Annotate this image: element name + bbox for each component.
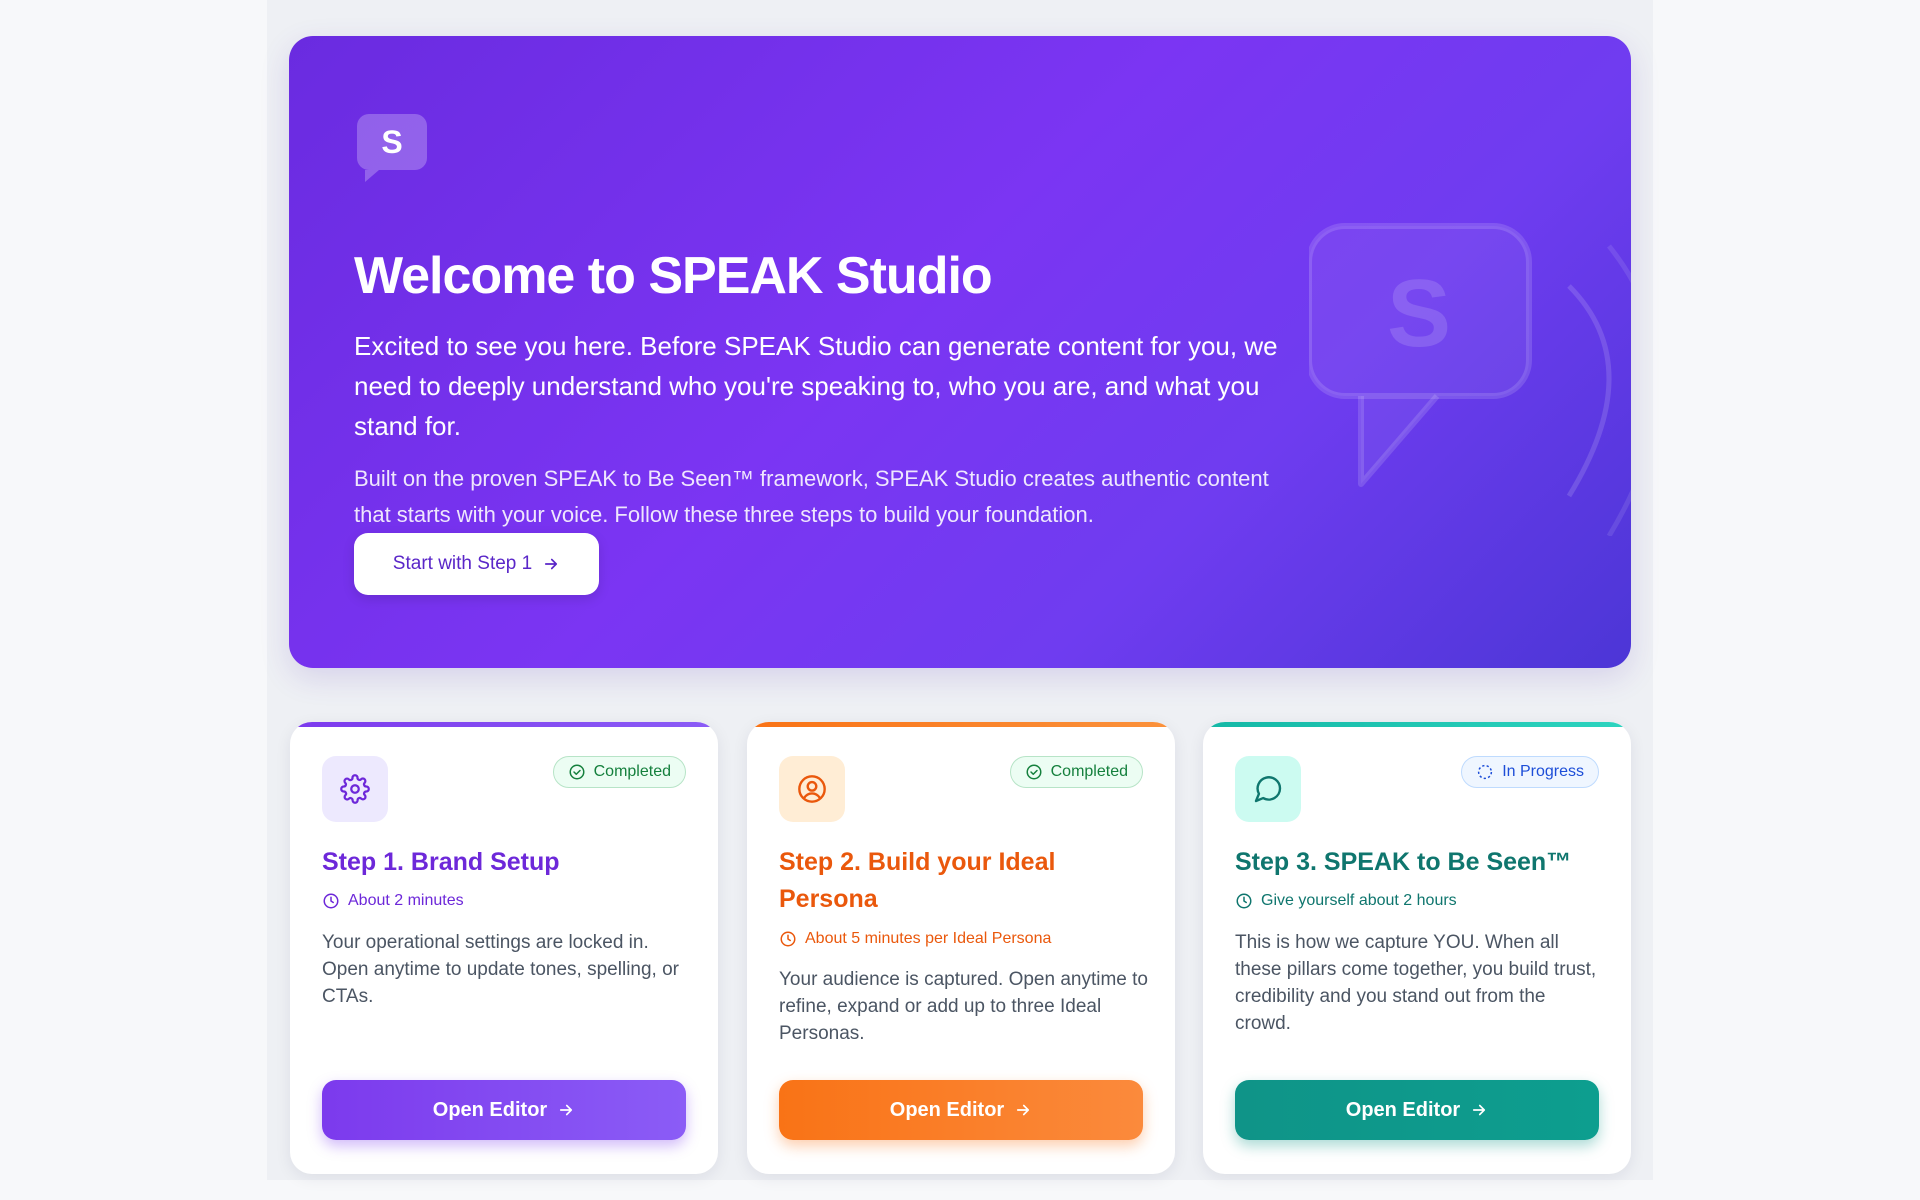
chat-bubble-icon: [1235, 756, 1301, 822]
status-text: Completed: [1050, 763, 1128, 780]
status-text: Completed: [593, 763, 671, 780]
clock-icon: [323, 893, 339, 909]
time-text: Give yourself about 2 hours: [1261, 892, 1457, 909]
loading-circle-icon: [1478, 764, 1493, 780]
gear-icon: [322, 756, 388, 822]
check-circle-icon: [569, 764, 585, 780]
step-description: Your audience is captured. Open anytime …: [779, 969, 1148, 1044]
status-badge: Completed: [552, 756, 686, 788]
speech-bubble-decoration-icon: S: [1309, 223, 1631, 536]
step-card-brand-setup: Completed Step 1. Brand Setup About 2 mi…: [290, 722, 718, 1174]
step-title: Step 2. Build your Ideal Persona: [779, 848, 1056, 913]
status-badge: Completed: [1009, 756, 1143, 788]
card-accent-bar: [1203, 722, 1631, 727]
start-step-1-button[interactable]: Start with Step 1: [354, 533, 599, 595]
open-editor-label: Open Editor: [432, 1098, 548, 1121]
page-title: Welcome to SPEAK Studio: [354, 247, 993, 305]
open-editor-button[interactable]: Open Editor: [322, 1080, 686, 1140]
step-description: This is how we capture YOU. When all the…: [1235, 932, 1597, 1034]
open-editor-button[interactable]: Open Editor: [1235, 1080, 1599, 1140]
open-editor-button[interactable]: Open Editor: [779, 1080, 1143, 1140]
step-title: Step 1. Brand Setup: [322, 848, 560, 876]
arrow-right-icon: [545, 558, 558, 570]
user-circle-icon: [779, 756, 845, 822]
arrow-right-icon: [1017, 1104, 1030, 1116]
hero-intro: Excited to see you here. Before SPEAK St…: [354, 331, 1278, 441]
time-text: About 2 minutes: [348, 892, 464, 909]
time-estimate: About 2 minutes: [322, 892, 464, 910]
step-title: Step 3. SPEAK to Be Seen™: [1235, 848, 1572, 876]
step-card-speak-to-be-seen: In Progress Step 3. SPEAK to Be Seen™ Gi…: [1203, 722, 1631, 1174]
open-editor-label: Open Editor: [889, 1098, 1005, 1121]
step-card-ideal-persona: Completed Step 2. Build your Ideal Perso…: [747, 722, 1175, 1174]
card-accent-bar: [747, 722, 1175, 727]
time-estimate: Give yourself about 2 hours: [1235, 892, 1457, 910]
hero-subtext: Built on the proven SPEAK to Be Seen™ fr…: [354, 466, 1269, 527]
clock-icon: [1236, 893, 1252, 909]
open-editor-label: Open Editor: [1345, 1098, 1461, 1121]
clock-icon: [780, 931, 796, 947]
speak-logo: S: [357, 114, 427, 182]
step-description: Your operational settings are locked in.…: [322, 932, 680, 1007]
arrow-right-icon: [1473, 1104, 1486, 1116]
check-circle-icon: [1026, 764, 1042, 780]
arrow-right-icon: [560, 1104, 573, 1116]
card-accent-bar: [290, 722, 718, 727]
status-badge: In Progress: [1461, 756, 1599, 788]
decor-letter: S: [1387, 260, 1451, 367]
time-text: About 5 minutes per Ideal Persona: [805, 930, 1052, 947]
time-estimate: About 5 minutes per Ideal Persona: [779, 930, 1051, 948]
status-text: In Progress: [1502, 763, 1584, 780]
logo-letter: S: [381, 123, 403, 160]
welcome-hero: S Welcome to SPEAK Studio Excited to see…: [289, 36, 1631, 668]
start-button-label: Start with Step 1: [392, 553, 533, 574]
